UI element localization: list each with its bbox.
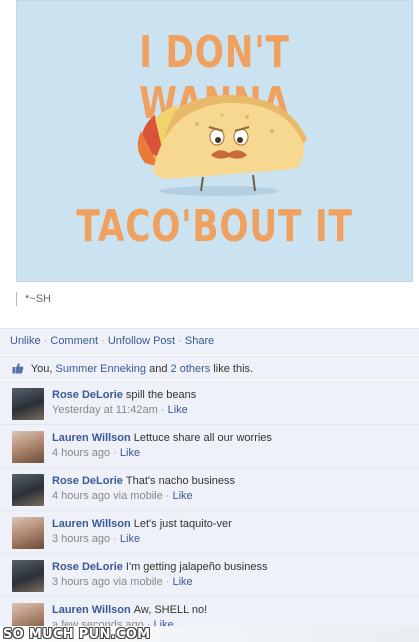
comment-text: Lettuce share all our worries [133,432,272,444]
likes-suffix: like this. [213,363,254,375]
comment-like-link[interactable]: Like [168,404,188,416]
comment-item: Rose DeLorie That's nacho business 4 hour… [0,467,419,510]
comment-body: Rose DeLorie spill the beans Yesterday at… [52,388,412,418]
separator: · [178,335,182,347]
comment-author-link[interactable]: Rose DeLorie [52,561,123,573]
thumbs-up-icon [12,363,24,374]
comment-like-link[interactable]: Like [173,576,193,588]
comment-like-link[interactable]: Like [173,490,193,502]
comment-item: Lauren Willson Let's just taquito-ver 3 h… [0,510,419,553]
avatar[interactable] [12,560,44,592]
avatar[interactable] [12,388,44,420]
comment-author-link[interactable]: Lauren Willson [52,518,131,530]
comment-text: That's nacho business [125,475,236,487]
comment-text: I'm getting jalapeño business [125,561,268,573]
comment-timestamp[interactable]: 3 hours ago [52,576,110,588]
avatar[interactable] [12,431,44,463]
separator: · [165,576,170,588]
comment-body: Lauren Willson Let's just taquito-ver 3 h… [52,517,412,547]
likes-and: and [149,363,168,375]
unlike-link[interactable]: Unlike [10,335,41,347]
comment-text: spill the beans [125,389,197,401]
separator: · [101,335,105,347]
comment-via: via mobile [113,576,163,588]
comment-body: Lauren Willson Lettuce share all our worr… [52,431,412,461]
comment-like-link[interactable]: Like [120,447,140,459]
site-watermark-bar: SO MUCH PUN.COM [0,626,419,642]
post-image[interactable]: I DON'T WANNA TACO'BOUT IT [16,0,413,282]
share-link[interactable]: Share [185,335,214,347]
other-likers-link[interactable]: 2 others [171,363,211,375]
comment-timestamp[interactable]: 3 hours ago [52,533,110,545]
comment-body: Rose DeLorie I'm getting jalapeño busines… [52,560,412,590]
separator: · [113,447,117,459]
image-headline-bottom: TACO'BOUT IT [76,201,353,252]
comment-timestamp[interactable]: Yesterday at 11:42am [52,404,158,416]
post-action-bar: Unlike · Comment · Unfollow Post · Share [0,328,419,355]
sad-taco-illustration [137,95,307,196]
comment-timestamp[interactable]: 4 hours ago [52,447,110,459]
comment-author-link[interactable]: Rose DeLorie [52,389,123,401]
comment-body: Rose DeLorie That's nacho business 4 hour… [52,474,412,504]
separator: · [160,404,165,416]
comment-via: via mobile [113,490,163,502]
comment-author-link[interactable]: Lauren Willson [52,604,131,616]
avatar[interactable] [12,517,44,549]
comment-author-link[interactable]: Rose DeLorie [52,475,123,487]
likes-you: You, [30,363,53,375]
comment-list: Rose DeLorie spill the beans Yesterday at… [0,381,419,639]
separator: · [43,335,48,347]
avatar[interactable] [12,474,44,506]
comment-item: Rose DeLorie spill the beans Yesterday at… [0,381,419,424]
separator: · [113,533,117,545]
comment-link[interactable]: Comment [50,335,98,347]
liker-link[interactable]: Summer Enneking [56,363,147,375]
site-watermark: SO MUCH PUN.COM [3,627,151,642]
unfollow-post-link[interactable]: Unfollow Post [108,335,175,347]
separator: · [165,490,170,502]
comment-like-link[interactable]: Like [120,533,140,545]
comment-text: Aw, SHELL no! [133,604,208,616]
comment-item: Rose DeLorie I'm getting jalapeño busines… [0,553,419,596]
comment-timestamp[interactable]: 4 hours ago [52,490,110,502]
likes-summary: You, Summer Enneking and 2 others like t… [0,356,419,380]
comment-item: Lauren Willson Lettuce share all our worr… [0,424,419,467]
post-caption: *~SH [16,292,51,306]
comment-author-link[interactable]: Lauren Willson [52,432,131,444]
comment-text: Let's just taquito-ver [133,518,232,530]
